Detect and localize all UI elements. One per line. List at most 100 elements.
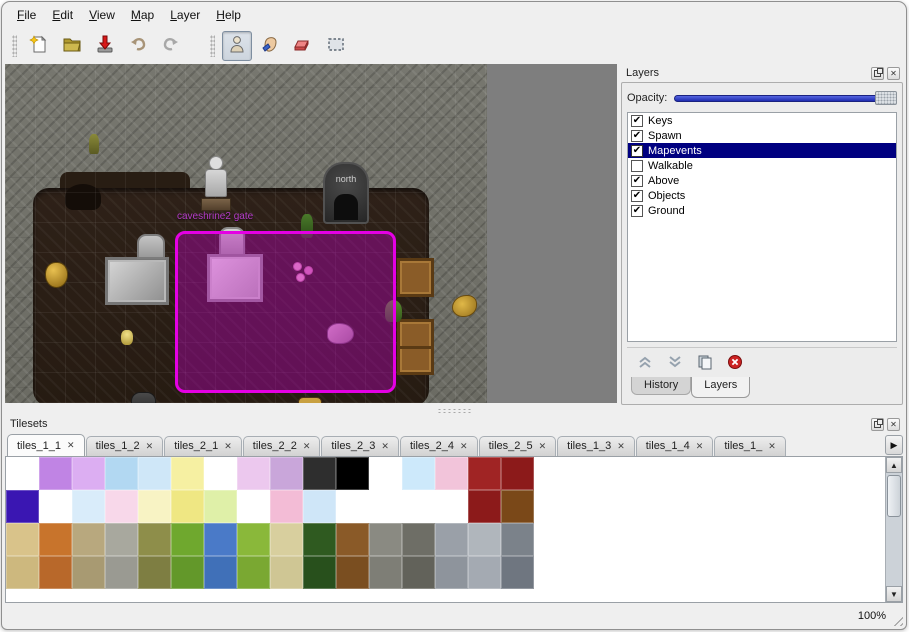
- palette-tile[interactable]: [402, 523, 435, 556]
- layer-list[interactable]: ✔Keys✔Spawn✔MapeventsWalkable✔Above✔Obje…: [627, 112, 897, 342]
- palette-tile[interactable]: [204, 523, 237, 556]
- palette-tile[interactable]: [171, 556, 204, 589]
- scroll-up-icon[interactable]: ▲: [886, 457, 902, 473]
- palette-tile[interactable]: [72, 490, 105, 523]
- tilesets-dock-titlebar[interactable]: Tilesets ✕: [5, 415, 903, 433]
- palette-tile[interactable]: [435, 523, 468, 556]
- tab-close-icon[interactable]: ✕: [617, 442, 625, 451]
- layer-row[interactable]: ✔Spawn: [628, 128, 896, 143]
- palette-tile[interactable]: [204, 556, 237, 589]
- resize-grip[interactable]: [890, 613, 903, 626]
- palette-tile[interactable]: [369, 523, 402, 556]
- layer-checkbox[interactable]: ✔: [631, 175, 643, 187]
- layer-row[interactable]: Walkable: [628, 158, 896, 173]
- layer-row[interactable]: ✔Mapevents: [628, 143, 896, 158]
- palette-tile[interactable]: [303, 457, 336, 490]
- menu-edit[interactable]: Edit: [45, 5, 80, 25]
- new-file-button[interactable]: [24, 31, 54, 61]
- tileset-tab[interactable]: tiles_1_✕: [714, 436, 785, 456]
- layer-checkbox[interactable]: ✔: [631, 115, 643, 127]
- tab-close-icon[interactable]: ✕: [303, 442, 311, 451]
- delete-layer-button[interactable]: [727, 354, 743, 370]
- menu-view[interactable]: View: [82, 5, 122, 25]
- eraser-tool-button[interactable]: [288, 31, 318, 61]
- opacity-slider[interactable]: [674, 90, 897, 106]
- palette-tile[interactable]: [138, 556, 171, 589]
- palette-tile[interactable]: [138, 523, 171, 556]
- layer-row[interactable]: ✔Objects: [628, 188, 896, 203]
- palette-tile[interactable]: [369, 457, 402, 490]
- tab-close-icon[interactable]: ✕: [696, 442, 704, 451]
- dock-float-button[interactable]: [871, 418, 884, 431]
- redo-button[interactable]: [156, 31, 186, 61]
- palette-tile[interactable]: [468, 523, 501, 556]
- palette-tile[interactable]: [369, 556, 402, 589]
- palette-tile[interactable]: [270, 556, 303, 589]
- tileset-tab[interactable]: tiles_2_3✕: [321, 436, 399, 456]
- undo-button[interactable]: [123, 31, 153, 61]
- opacity-slider-handle[interactable]: [875, 91, 897, 105]
- palette-tile[interactable]: [6, 490, 39, 523]
- layer-checkbox[interactable]: [631, 160, 643, 172]
- tileset-tab[interactable]: tiles_2_5✕: [479, 436, 557, 456]
- palette-tile[interactable]: [303, 523, 336, 556]
- palette-tile[interactable]: [501, 490, 534, 523]
- palette-tile[interactable]: [468, 556, 501, 589]
- tileset-tab[interactable]: tiles_1_4✕: [636, 436, 714, 456]
- dock-close-button[interactable]: ✕: [887, 67, 900, 80]
- palette-tile[interactable]: [105, 490, 138, 523]
- palette-tile[interactable]: [6, 523, 39, 556]
- palette-tile[interactable]: [39, 457, 72, 490]
- tileset-tab[interactable]: tiles_1_3✕: [557, 436, 635, 456]
- layer-row[interactable]: ✔Above: [628, 173, 896, 188]
- menu-file[interactable]: File: [10, 5, 43, 25]
- palette-tile[interactable]: [72, 523, 105, 556]
- palette-tile[interactable]: [435, 556, 468, 589]
- tab-close-icon[interactable]: ✕: [381, 442, 389, 451]
- palette-tile[interactable]: [237, 490, 270, 523]
- palette-tile[interactable]: [402, 490, 435, 523]
- palette-tile[interactable]: [6, 457, 39, 490]
- palette-tile[interactable]: [171, 523, 204, 556]
- mapevent-selection-rect[interactable]: [175, 231, 396, 393]
- tab-close-icon[interactable]: ✕: [768, 442, 776, 451]
- tab-close-icon[interactable]: ✕: [224, 442, 232, 451]
- palette-tile[interactable]: [435, 490, 468, 523]
- lower-layer-button[interactable]: [667, 354, 683, 370]
- palette-tile[interactable]: [336, 457, 369, 490]
- tileset-tab[interactable]: tiles_1_2✕: [86, 436, 164, 456]
- tab-close-icon[interactable]: ✕: [460, 442, 468, 451]
- dock-float-button[interactable]: [871, 67, 884, 80]
- opacity-slider-track[interactable]: [674, 95, 893, 102]
- palette-tile[interactable]: [468, 490, 501, 523]
- layer-checkbox[interactable]: ✔: [631, 205, 643, 217]
- scrollbar-track[interactable]: [886, 473, 902, 586]
- horizontal-splitter[interactable]: [2, 405, 906, 415]
- palette-tile[interactable]: [402, 556, 435, 589]
- scroll-down-icon[interactable]: ▼: [886, 586, 902, 602]
- palette-tile[interactable]: [402, 457, 435, 490]
- palette-tile[interactable]: [138, 457, 171, 490]
- palette-tile[interactable]: [204, 457, 237, 490]
- palette-tile[interactable]: [237, 457, 270, 490]
- palette-tile[interactable]: [501, 523, 534, 556]
- layer-row[interactable]: ✔Keys: [628, 113, 896, 128]
- tileset-tab[interactable]: tiles_2_2✕: [243, 436, 321, 456]
- palette-tile[interactable]: [501, 457, 534, 490]
- palette-tile[interactable]: [105, 556, 138, 589]
- palette-tile[interactable]: [270, 457, 303, 490]
- tab-scroll-right-button[interactable]: ▶: [885, 435, 903, 455]
- toolbar-handle[interactable]: [12, 35, 17, 57]
- tab-layers[interactable]: Layers: [691, 377, 750, 398]
- layer-checkbox[interactable]: ✔: [631, 130, 643, 142]
- palette-tile[interactable]: [171, 457, 204, 490]
- palette-tile[interactable]: [270, 523, 303, 556]
- palette-tile[interactable]: [369, 490, 402, 523]
- tab-close-icon[interactable]: ✕: [539, 442, 547, 451]
- layer-checkbox[interactable]: ✔: [631, 145, 643, 157]
- palette-tile[interactable]: [105, 457, 138, 490]
- scrollbar-thumb[interactable]: [887, 475, 901, 517]
- tab-close-icon[interactable]: ✕: [67, 441, 75, 450]
- palette-tile[interactable]: [336, 523, 369, 556]
- palette-tile[interactable]: [138, 490, 171, 523]
